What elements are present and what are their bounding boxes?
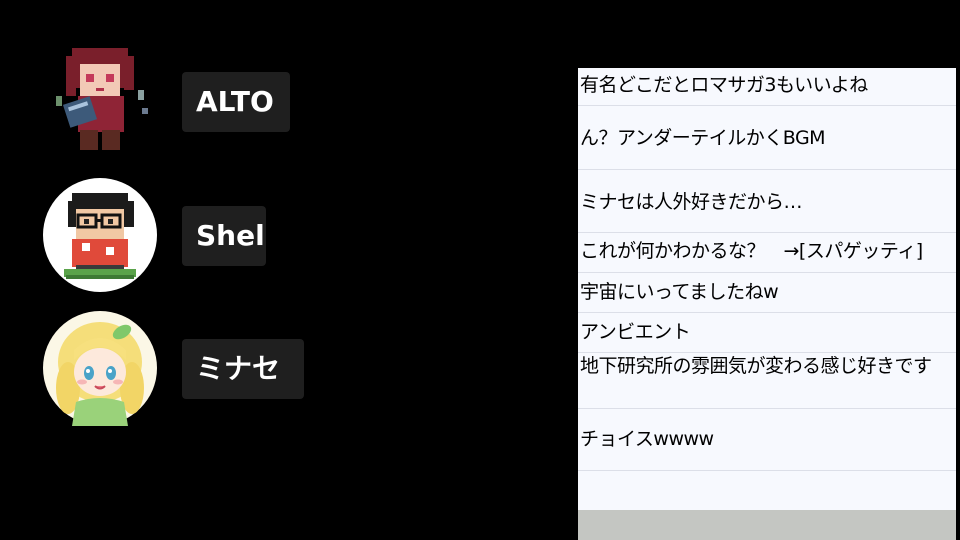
speaker-name-tag: Shel: [182, 206, 266, 266]
pixel-avatar-girl-icon: [42, 42, 158, 158]
comment-row: これが何かわかるな？ →[スパゲッティ]: [578, 233, 956, 273]
pixel-avatar-glasses-boy-icon: [42, 177, 158, 293]
comment-row: ミナセは人外好きだから…: [578, 170, 956, 233]
comment-row: 有名どこだとロマサガ3もいいよね: [578, 68, 956, 106]
comment-row: 地下研究所の雰囲気が変わる感じ好きです: [578, 353, 956, 409]
anime-avatar-blonde-elf-icon: [42, 310, 158, 426]
comment-panel[interactable]: 有名どこだとロマサガ3もいいよね ん？アンダーテイルかくBGM ミナセは人外好き…: [578, 68, 956, 540]
speaker-name-tag: ALTO: [182, 72, 290, 132]
comment-row: チョイスwwww: [578, 409, 956, 471]
comment-panel-footer: [578, 510, 956, 540]
comment-row: 宇宙にいってましたねw: [578, 273, 956, 313]
comment-row: アンビエント: [578, 313, 956, 353]
speaker-name-tag: ミナセ: [182, 339, 304, 399]
comment-row: ん？アンダーテイルかくBGM: [578, 106, 956, 170]
